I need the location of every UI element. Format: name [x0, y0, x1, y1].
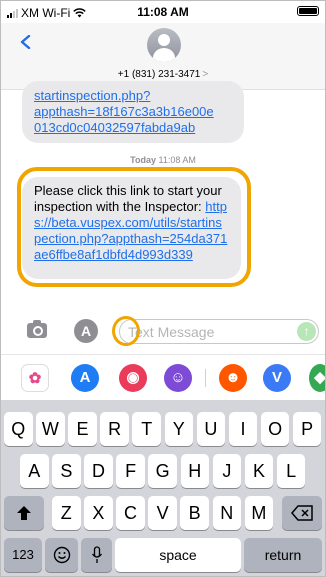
contact-number: +1 (831) 231-3471 [117, 69, 201, 80]
emoji-face-icon [53, 546, 70, 564]
battery-icon [297, 6, 319, 16]
app-store-icon[interactable]: A [74, 319, 98, 343]
message-placeholder: Text Message [128, 324, 215, 340]
key-a[interactable]: A [20, 454, 49, 488]
key-z[interactable]: Z [52, 496, 81, 530]
memoji-app-icon[interactable]: ☺ [164, 364, 192, 392]
return-key[interactable]: return [244, 538, 322, 572]
key-d[interactable]: D [84, 454, 113, 488]
shift-key[interactable] [4, 496, 44, 530]
key-w[interactable]: W [36, 412, 65, 446]
cursor-annotation [112, 316, 140, 346]
avatar-head [158, 34, 170, 46]
key-f[interactable]: F [116, 454, 145, 488]
avatar-body [153, 48, 175, 62]
key-l[interactable]: L [276, 454, 306, 488]
phone-screen: XM Wi-Fi 11:08 AM +1 (831) 231-3471 > sta… [0, 0, 326, 577]
highlight-annotation [17, 167, 251, 287]
message-link-line[interactable]: 013cd0c04032597fabda9ab [34, 120, 195, 135]
key-t[interactable]: T [132, 412, 161, 446]
dictation-key[interactable] [81, 538, 112, 572]
key-o[interactable]: O [260, 412, 290, 446]
delete-backspace-icon [291, 505, 313, 521]
timestamp-time: 11:08 AM [158, 155, 196, 165]
key-e[interactable]: E [68, 412, 97, 446]
key-p[interactable]: P [292, 412, 322, 446]
key-k[interactable]: K [244, 454, 274, 488]
delete-key[interactable] [282, 496, 322, 530]
key-h[interactable]: H [180, 454, 210, 488]
maps-app-icon[interactable]: ◆ [309, 364, 325, 392]
message-link-line[interactable]: appthash=18f167c3a3b16e00e [34, 104, 214, 119]
key-i[interactable]: I [228, 412, 258, 446]
key-b[interactable]: B [180, 496, 209, 530]
app-store-app-icon[interactable]: A [71, 364, 99, 392]
key-x[interactable]: X [84, 496, 113, 530]
app-strip-divider [205, 369, 206, 387]
key-y[interactable]: Y [164, 412, 194, 446]
compose-bar: A Text Message ↑ [1, 314, 325, 350]
contact-name[interactable]: +1 (831) 231-3471 > [1, 69, 325, 80]
imessage-app-strip: ✿ A ◉ ☺ ☻ V ◆ [1, 354, 325, 401]
photos-app-icon[interactable]: ✿ [21, 364, 49, 392]
keyboard: QWERTYUIOP ASDFGHJKL ZXCVBNM 123 space r… [1, 400, 325, 576]
status-time: 11:08 AM [137, 5, 189, 19]
key-q[interactable]: Q [4, 412, 33, 446]
key-u[interactable]: U [196, 412, 226, 446]
space-key[interactable]: space [115, 538, 241, 572]
conversation-header: +1 (831) 231-3471 > [1, 23, 325, 90]
key-g[interactable]: G [148, 454, 177, 488]
numbers-key[interactable]: 123 [4, 538, 42, 572]
key-s[interactable]: S [52, 454, 81, 488]
shift-arrow-icon [17, 506, 31, 520]
message-link-line[interactable]: startinspection.php? [34, 88, 150, 103]
camera-icon[interactable] [27, 320, 47, 338]
venmo-app-icon[interactable]: V [263, 364, 291, 392]
message-input[interactable]: Text Message ↑ [119, 319, 319, 344]
key-c[interactable]: C [116, 496, 145, 530]
emoji-key[interactable] [45, 538, 78, 572]
contact-chevron-icon: > [202, 69, 209, 80]
key-m[interactable]: M [244, 496, 274, 530]
key-r[interactable]: R [100, 412, 129, 446]
key-v[interactable]: V [148, 496, 177, 530]
key-n[interactable]: N [212, 496, 242, 530]
timestamp-day: Today [130, 155, 156, 165]
key-j[interactable]: J [212, 454, 242, 488]
contact-avatar[interactable] [147, 28, 181, 62]
microphone-icon [91, 546, 102, 563]
back-chevron-icon[interactable] [19, 35, 33, 49]
send-icon[interactable]: ↑ [297, 322, 316, 341]
status-bar: XM Wi-Fi 11:08 AM [1, 1, 325, 23]
image-search-app-icon[interactable]: ◉ [119, 364, 147, 392]
message-bubble-previous[interactable]: startinspection.php? appthash=18f167c3a3… [22, 81, 244, 143]
message-timestamp: Today 11:08 AM [1, 155, 325, 165]
reddit-app-icon[interactable]: ☻ [219, 364, 247, 392]
